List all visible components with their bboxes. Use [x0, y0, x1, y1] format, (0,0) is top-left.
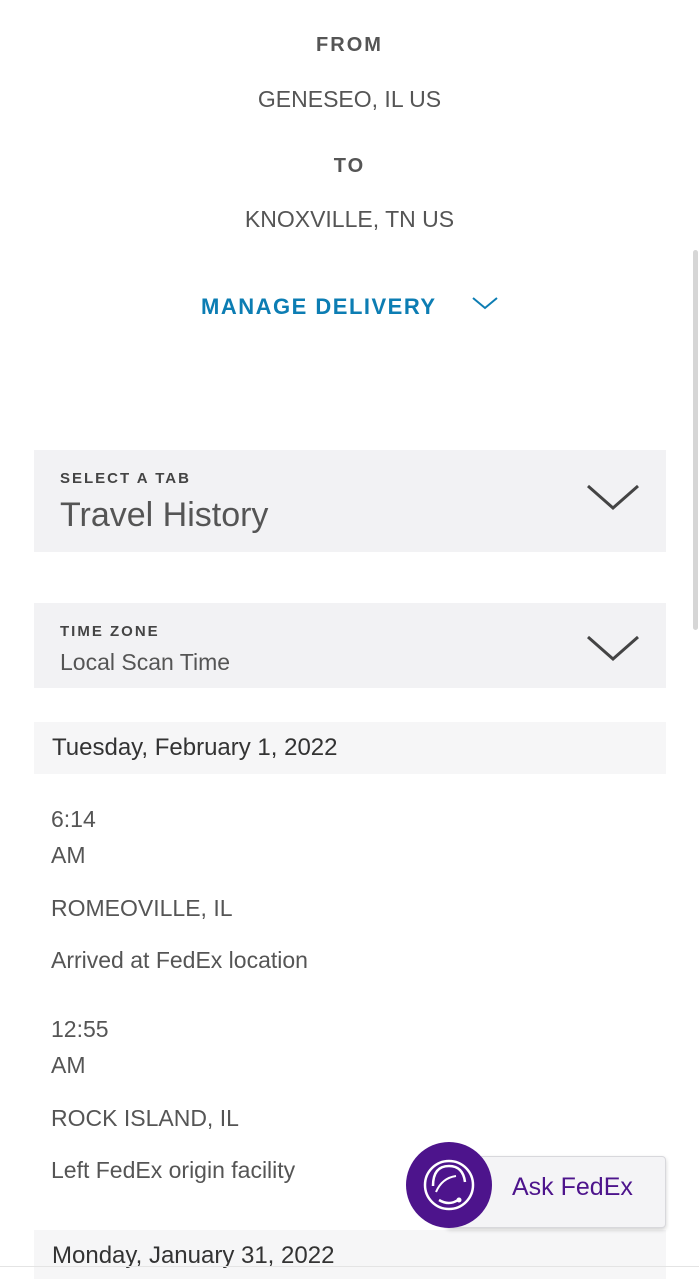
date-header: Tuesday, February 1, 2022: [34, 722, 666, 774]
event-time: 12:55: [51, 1016, 109, 1042]
timezone-select-label: TIME ZONE: [60, 623, 160, 640]
event-ampm: AM: [51, 1052, 86, 1078]
destination-location: KNOXVILLE, TN US: [244, 206, 455, 232]
event-status: Arrived at FedEx location: [51, 947, 308, 973]
manage-delivery-button[interactable]: MANAGE DELIVERY: [0, 292, 699, 326]
timezone-select-value: Local Scan Time: [60, 649, 231, 675]
to-label: TO: [333, 155, 366, 177]
from-label: FROM: [316, 34, 383, 56]
origin-location: GENESEO, IL US: [257, 86, 442, 112]
date-header-text: Tuesday, February 1, 2022: [52, 734, 338, 761]
manage-delivery-label: MANAGE DELIVERY: [201, 294, 437, 319]
event-location: ROCK ISLAND, IL: [51, 1105, 239, 1131]
chevron-down-icon: [586, 633, 640, 670]
timezone-select-dropdown[interactable]: TIME ZONE Local Scan Time: [34, 603, 666, 688]
tab-select-dropdown[interactable]: SELECT A TAB Travel History: [34, 450, 666, 552]
chevron-down-icon: [471, 294, 499, 317]
page-scrollbar[interactable]: [693, 250, 698, 630]
event-time: 6:14: [51, 806, 96, 832]
event-location: ROMEOVILLE, IL: [51, 895, 233, 921]
ask-fedex-label: Ask FedEx: [512, 1173, 633, 1201]
headset-agent-icon: [406, 1142, 492, 1228]
ask-fedex-chat-button[interactable]: Ask FedEx: [406, 1142, 666, 1230]
tab-select-label: SELECT A TAB: [60, 470, 191, 487]
event-ampm: AM: [51, 842, 86, 868]
bottom-divider: [0, 1266, 699, 1267]
date-header: Monday, January 31, 2022: [34, 1230, 666, 1279]
chevron-down-icon: [586, 482, 640, 519]
tab-select-value: Travel History: [60, 496, 269, 534]
event-status: Left FedEx origin facility: [51, 1157, 296, 1183]
